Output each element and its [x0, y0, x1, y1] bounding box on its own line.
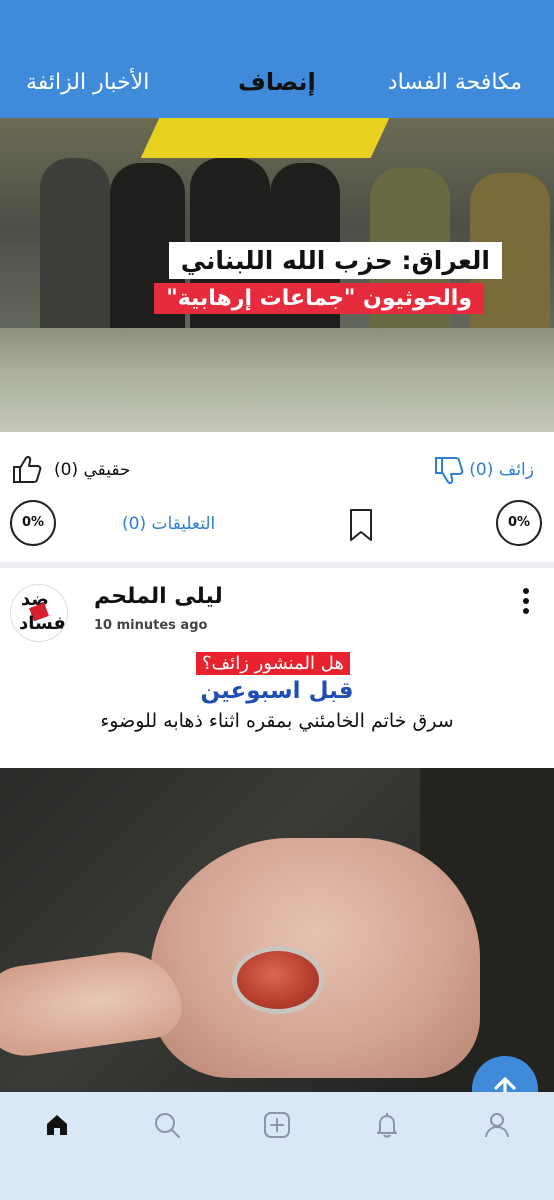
bottom-nav — [0, 1092, 554, 1200]
avatar[interactable]: ضد الفساد — [10, 584, 68, 642]
flag-graphic — [140, 118, 390, 158]
post-title: قبل اسبوعين — [200, 678, 354, 704]
tab-anti-corruption[interactable]: مكافحة الفساد — [388, 70, 522, 95]
author-name[interactable]: ليلى الملحم — [94, 584, 223, 609]
real-percent-badge: 0% — [10, 500, 56, 546]
home-icon[interactable] — [42, 1110, 72, 1140]
vehicle-graphic — [0, 328, 554, 432]
add-icon[interactable] — [262, 1110, 292, 1140]
fake-percent-badge: 0% — [496, 500, 542, 546]
tab-fake-news[interactable]: الأخبار الزائفة — [26, 70, 149, 95]
thumbs-down-icon[interactable] — [432, 454, 466, 488]
tab-insaf[interactable]: إنصاف — [238, 68, 316, 96]
avatar-text-bottom: الفساد — [19, 613, 67, 634]
post-divider — [0, 562, 554, 568]
image-headline-line1: العراق: حزب الله اللبناني — [168, 242, 502, 279]
more-options-icon[interactable] — [522, 588, 530, 616]
fake-vote-label[interactable]: زائف (0) — [469, 460, 534, 480]
user-icon[interactable] — [482, 1110, 512, 1140]
search-icon[interactable] — [152, 1110, 182, 1140]
bookmark-icon[interactable] — [348, 508, 374, 542]
post-timestamp: 10 minutes ago — [94, 618, 208, 633]
fake-question-badge: هل المنشور زائف؟ — [196, 652, 350, 675]
image-headline-line2: والحوثيون "جماعات إرهابية" — [154, 283, 484, 314]
reaction-row: حقيقي (0) زائف (0) 0% التعليقات (0) 0% — [0, 432, 554, 562]
ring-graphic — [232, 946, 324, 1014]
comments-link[interactable]: التعليقات (0) — [122, 514, 215, 534]
real-vote-label[interactable]: حقيقي (0) — [54, 460, 131, 480]
post-image[interactable] — [0, 768, 554, 1092]
post-body: سرق خاتم الخامئني بمقره اثناء ذهابه للوض… — [100, 710, 454, 732]
bell-icon[interactable] — [372, 1110, 402, 1140]
thumbs-up-icon[interactable] — [10, 452, 44, 486]
hand-graphic — [150, 838, 480, 1078]
top-nav: مكافحة الفساد إنصاف الأخبار الزائفة — [0, 0, 554, 118]
